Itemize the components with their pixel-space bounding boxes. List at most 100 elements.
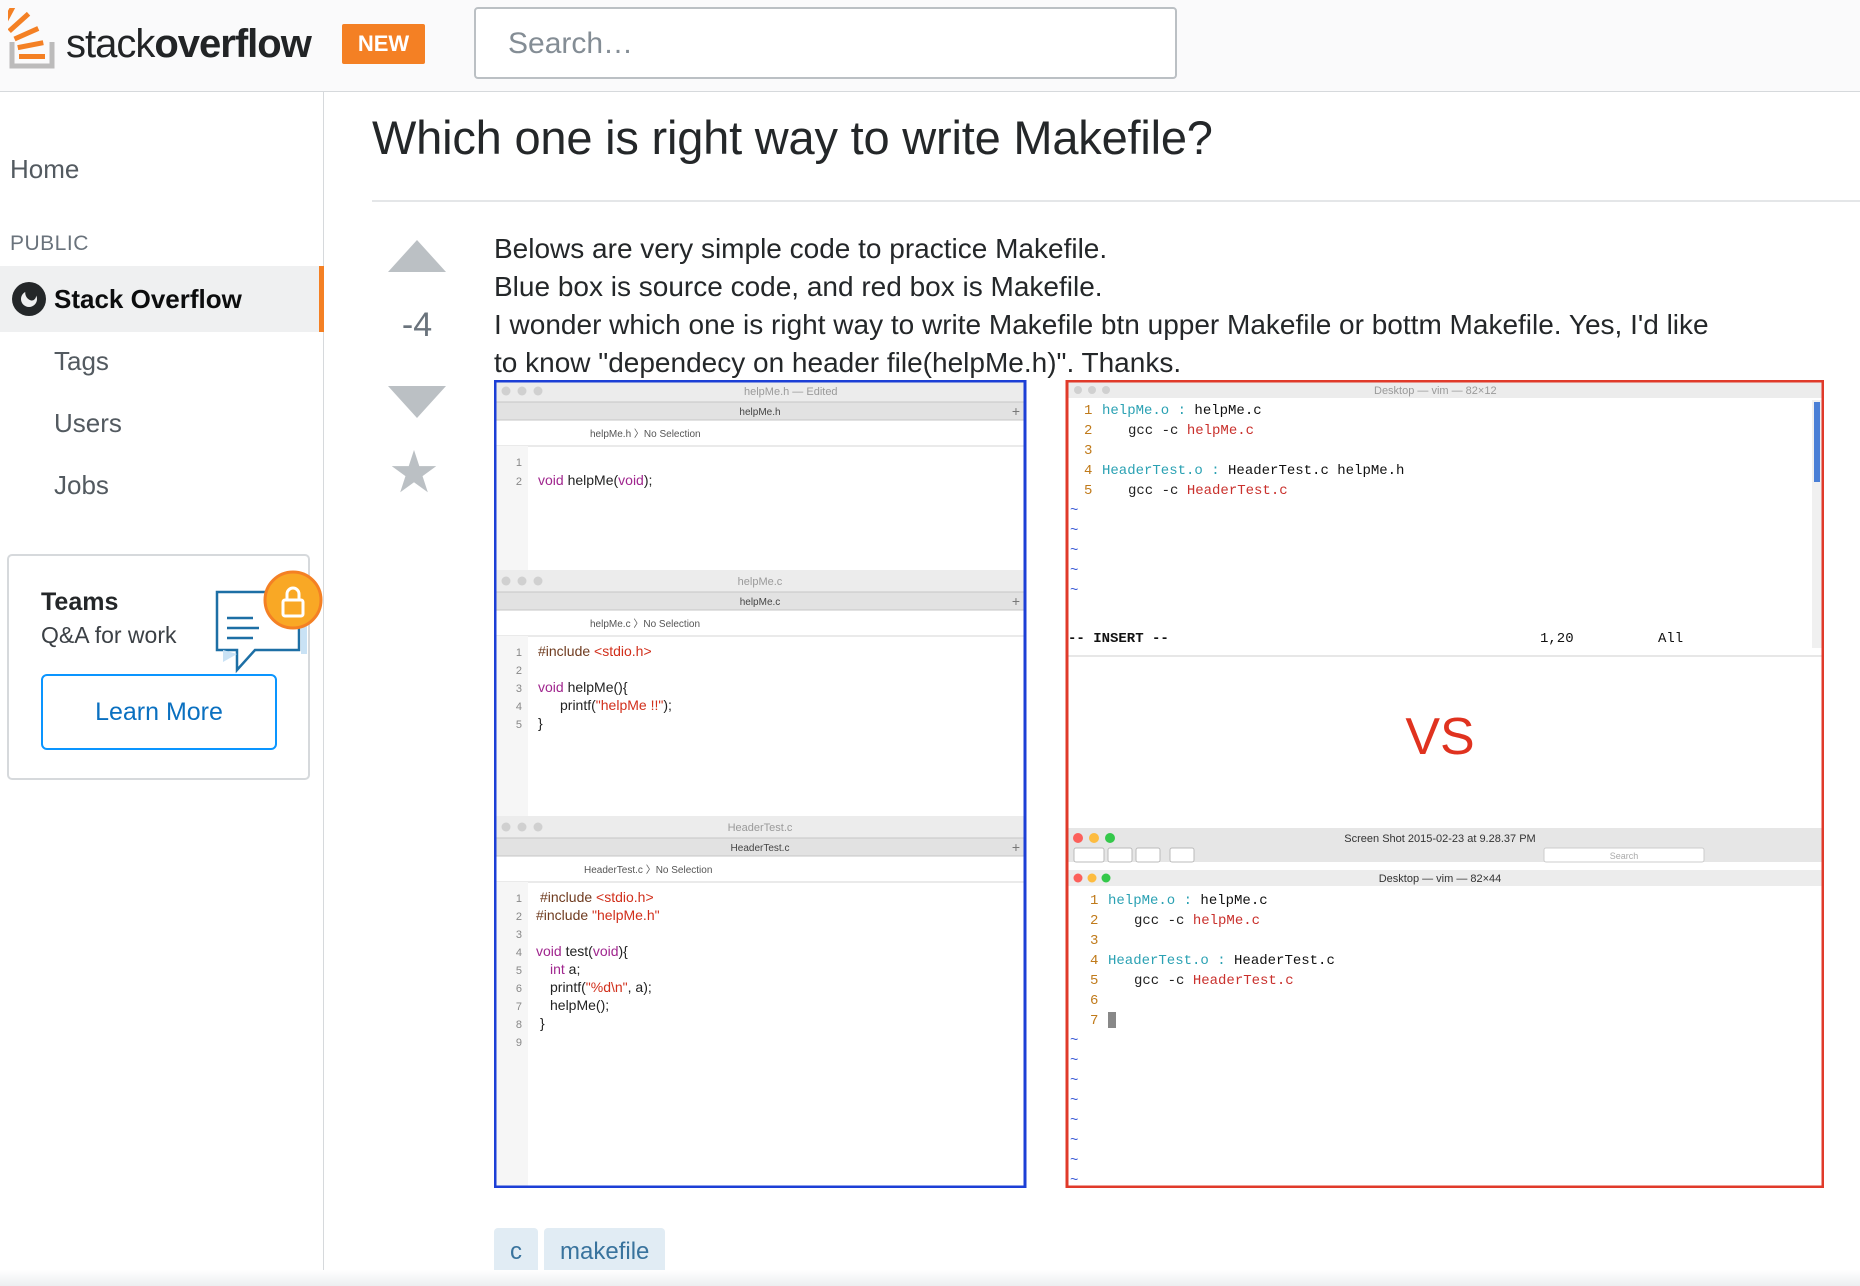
screenshot-text: 8	[516, 1019, 522, 1031]
question-title[interactable]: Which one is right way to write Makefile…	[372, 110, 1213, 165]
screenshot-text: 1	[1090, 893, 1098, 909]
screenshot-text: 2	[516, 476, 522, 488]
screenshot-text: 5	[1084, 483, 1092, 499]
screenshot-text: helpMe();	[550, 997, 609, 1013]
body-line: I wonder which one is right way to write…	[494, 309, 1709, 340]
screenshot-text: 9	[516, 1037, 522, 1049]
pane-tab: helpMe.h	[739, 407, 780, 418]
pane-tab: helpMe.c	[740, 597, 781, 608]
search-input[interactable]: Search…	[474, 7, 1177, 79]
pane-window-title: helpMe.c	[738, 576, 783, 588]
screenshot-text: HeaderTest.o : HeaderTest.c helpMe.h	[1102, 463, 1404, 479]
screenshot-text: #include <stdio.h>	[540, 889, 654, 905]
screenshot-text: ~	[1070, 563, 1078, 579]
screenshot-text: 4	[1090, 953, 1098, 969]
left-sidebar: Home PUBLIC Stack Overflow Tags Users Jo…	[0, 92, 324, 1286]
screenshot-text: 3	[516, 683, 522, 695]
screenshot-text: 1	[1084, 403, 1092, 419]
stackoverflow-logo[interactable]: stackoverflow	[8, 8, 312, 70]
screenshot-text: }	[538, 715, 543, 731]
screenshot-text: ~	[1070, 1053, 1078, 1069]
screenshot-text: gcc -c helpMe.c	[1134, 913, 1260, 929]
pane-jumpbar: helpMe.c 〉No Selection	[590, 618, 700, 630]
teams-subtitle: Q&A for work	[41, 622, 177, 648]
screenshot-text: gcc -c HeaderTest.c	[1128, 483, 1288, 499]
downvote-arrow-icon[interactable]	[388, 386, 446, 418]
screenshot-text: ~	[1070, 1133, 1078, 1149]
nav-home[interactable]: Home	[10, 154, 79, 185]
vim-scroll: All	[1658, 631, 1683, 647]
vs-label: VS	[1405, 708, 1474, 766]
screenshot-text: void test(void){	[536, 943, 628, 959]
screenshot-text: 5	[516, 965, 522, 977]
vim-bottom-title: Desktop — vim — 82×44	[1379, 873, 1502, 885]
upvote-arrow-icon[interactable]	[388, 240, 446, 272]
screenshot-text: ~	[1070, 543, 1078, 559]
teams-chat-lock-icon	[215, 570, 323, 674]
vim-position: 1,20	[1540, 631, 1574, 647]
bottom-fade	[0, 1270, 1860, 1286]
screenshot-text: ~	[1070, 503, 1078, 519]
screenshot-text: ~	[1070, 1113, 1078, 1129]
body-line: to know "dependecy on header file(helpMe…	[494, 347, 1182, 378]
screenshot-text: +	[1012, 403, 1020, 419]
screenshot-text: ~	[1070, 1033, 1078, 1049]
screenshot-text: int a;	[550, 961, 580, 977]
screenshot-text: 2	[1084, 423, 1092, 439]
screenshot-text: ~	[1070, 523, 1078, 539]
screenshot-text: +	[1012, 839, 1020, 855]
teams-promo: Teams Q&A for work Learn More	[7, 554, 323, 780]
screenshot-text: 2	[516, 665, 522, 677]
screenshot-text: #include <stdio.h>	[538, 643, 652, 659]
screenshot-text: 7	[1090, 1013, 1098, 1029]
screenshot-text: 3	[1084, 443, 1092, 459]
vim-mode: -- INSERT --	[1068, 631, 1169, 647]
preview-title: Screen Shot 2015-02-23 at 9.28.37 PM	[1344, 833, 1535, 845]
nav-tags[interactable]: Tags	[54, 346, 109, 377]
pane-window-title: HeaderTest.c	[728, 822, 793, 834]
vim-top-title: Desktop — vim — 82×12	[1374, 385, 1497, 397]
screenshot-text: 5	[1090, 973, 1098, 989]
body-line: Belows are very simple code to practice …	[494, 233, 1108, 264]
screenshot-text: 6	[516, 983, 522, 995]
screenshot-text: 1	[516, 457, 522, 469]
new-badge: NEW	[342, 24, 425, 64]
screenshot-text: HeaderTest.o : HeaderTest.c	[1108, 953, 1335, 969]
screenshot-text: 4	[516, 701, 522, 713]
body-line: Blue box is source code, and red box is …	[494, 271, 1103, 302]
screenshot-text: gcc -c helpMe.c	[1128, 423, 1254, 439]
favorite-star-icon[interactable]: ★	[388, 444, 440, 502]
teams-title: Teams	[41, 588, 119, 616]
nav-stack-overflow[interactable]: Stack Overflow	[0, 266, 324, 332]
screenshot-text: ~	[1070, 583, 1078, 599]
screenshot-text: 3	[1090, 933, 1098, 949]
vote-count: -4	[401, 306, 433, 344]
screenshot-text: 2	[1090, 913, 1098, 929]
screenshot-text: 7	[516, 1001, 522, 1013]
nav-stack-overflow-label: Stack Overflow	[54, 284, 242, 314]
pane-window-title: helpMe.h — Edited	[744, 386, 838, 398]
screenshot-text: void helpMe(void);	[538, 472, 652, 488]
stack-icon	[8, 8, 55, 69]
screenshot-text: 3	[516, 929, 522, 941]
screenshot-text: 4	[516, 947, 522, 959]
screenshot-text: 1	[516, 647, 522, 659]
nav-public-label: PUBLIC	[10, 232, 89, 255]
tag-makefile[interactable]: makefile	[544, 1228, 666, 1276]
screenshot-text: 4	[1084, 463, 1092, 479]
preview-search: Search	[1610, 851, 1639, 861]
title-divider	[372, 200, 1860, 202]
nav-jobs[interactable]: Jobs	[54, 470, 109, 501]
learn-more-button[interactable]: Learn More	[41, 674, 277, 750]
pane-jumpbar: helpMe.h 〉No Selection	[590, 428, 701, 440]
tag-c[interactable]: c	[494, 1228, 538, 1276]
screenshot-text: ~	[1070, 1093, 1078, 1109]
nav-users[interactable]: Users	[54, 408, 122, 439]
screenshot-text: +	[1012, 593, 1020, 609]
screenshot-text: 2	[516, 911, 522, 923]
screenshot-text: printf("%d\n", a);	[550, 979, 652, 995]
pane-tab: HeaderTest.c	[731, 843, 790, 854]
pane-jumpbar: HeaderTest.c 〉No Selection	[584, 864, 712, 876]
screenshot-text: gcc -c HeaderTest.c	[1134, 973, 1294, 989]
embedded-screenshot: helpMe.h — Edited helpMe.h + helpMe.h 〉N…	[494, 380, 1824, 1188]
